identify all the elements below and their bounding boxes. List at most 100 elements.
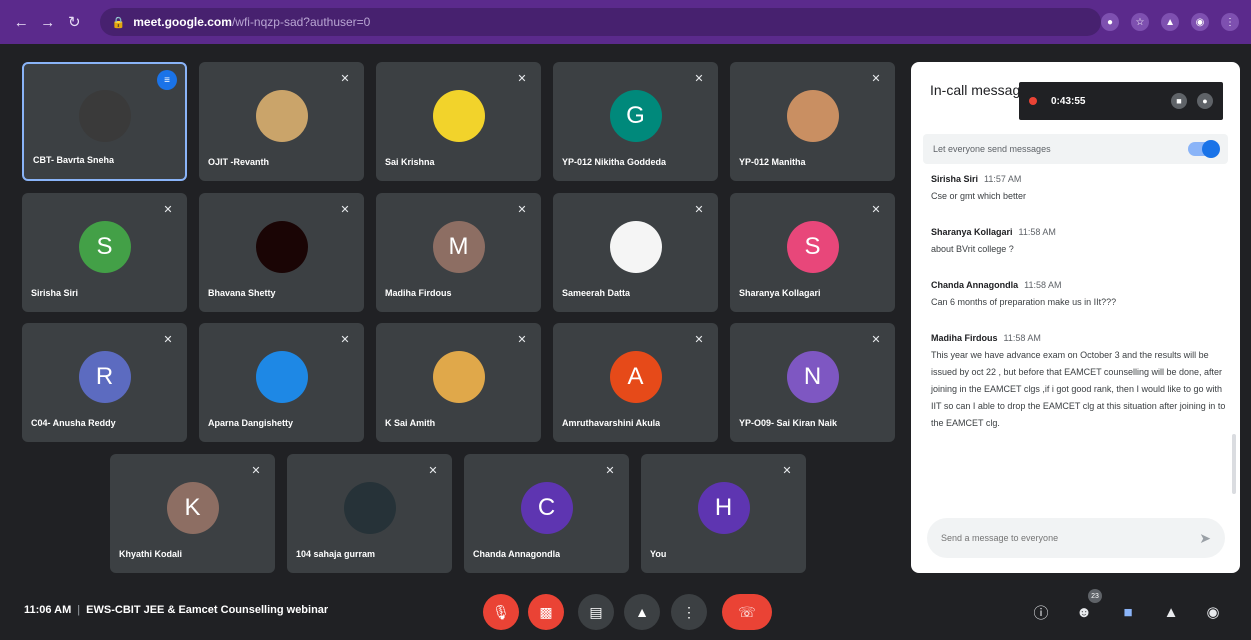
leave-call-button[interactable]: ☏ [722,594,772,630]
participant-tile[interactable]: ✕ C Chanda Annagondla [464,454,629,573]
captions-button[interactable]: ▤ [578,594,614,630]
avatar-initial: C [520,481,573,534]
avatar-photo [255,350,308,403]
present-button[interactable]: ▲ [624,594,660,630]
participant-tile[interactable]: ✕ R C04- Anusha Reddy [22,323,187,442]
participant-tile[interactable]: ✕ Aparna Dangishetty [199,323,364,442]
recording-dot-icon [1029,97,1037,105]
back-icon[interactable]: ← [12,12,31,32]
allow-messages-row: Let everyone send messages [923,134,1228,164]
avatar-photo [255,89,308,142]
message-time: 11:58 AM [1024,280,1062,290]
participant-tile[interactable]: ✕ A Amruthavarshini Akula [553,323,718,442]
mic-muted-icon: ✕ [694,72,704,85]
avatar-initial: H [697,481,750,534]
avatar-initial: R [78,350,131,403]
avatar-initial: N [786,350,839,403]
people-count-badge: 23 [1088,589,1102,603]
avatar-initial: K [166,481,219,534]
participant-name: You [650,549,667,559]
avatar-photo [255,220,308,273]
participant-tile[interactable]: ✕ G YP-012 Nikitha Goddeda [553,62,718,181]
participant-tile[interactable]: ✕ S Sharanya Kollagari [730,193,895,312]
mic-muted-icon: ✕ [694,203,704,216]
separator: | [77,604,81,616]
forward-icon[interactable]: → [39,12,58,32]
participant-tile[interactable]: ✕ OJIT -Revanth [199,62,364,181]
allow-messages-toggle[interactable] [1188,140,1220,158]
people-icon[interactable]: ☻ [1072,600,1096,624]
participant-name: OJIT -Revanth [208,157,270,167]
mic-muted-icon: ✕ [340,203,350,216]
participant-tile[interactable]: ✕ H You [641,454,806,573]
participant-name: Bhavana Shetty [208,288,276,298]
participant-tile[interactable]: ✕ Bhavana Shetty [199,193,364,312]
stop-recording-button[interactable]: ■ [1171,93,1187,109]
avatar-photo [432,89,485,142]
mic-muted-icon: ✕ [163,203,173,216]
participant-name: CBT- Bavrta Sneha [33,155,115,165]
url-host: meet.google.com [133,15,232,29]
participant-tile[interactable]: ✕ K Khyathi Kodali [110,454,275,573]
participant-tile[interactable]: ✕ 104 sahaja gurram [287,454,452,573]
avatar-initial: G [609,89,662,142]
message-time: 11:57 AM [984,174,1022,184]
mic-muted-icon: ✕ [428,464,438,477]
message-text: Cse or gmt which better [931,191,1027,201]
chat-scrollbar[interactable] [1232,434,1236,494]
send-icon[interactable]: ➤ [1199,530,1211,547]
participant-tile[interactable]: ✕ N YP-O09- Sai Kiran Naik [730,323,895,442]
profile-avatar[interactable]: ◉ [1191,13,1210,31]
recording-mic-button[interactable]: ● [1197,93,1213,109]
avatar-photo [78,89,131,142]
mic-muted-icon: ✕ [517,72,527,85]
camera-permission-icon[interactable]: ● [1101,13,1120,31]
participant-tile[interactable]: ✕ Sameerah Datta [553,193,718,312]
message-input[interactable] [941,533,1200,543]
more-menu-icon[interactable]: ⋮ [1221,13,1240,31]
avatar-photo [432,350,485,403]
message-header: Sirisha Siri 11:57 AM [931,174,1226,184]
chat-panel: In-call messages 0:43:55 ■ ● Let everyon… [911,62,1240,573]
chat-message: Sharanya Kollagari 11:58 AM about BVrit co… [931,227,1226,258]
avatar-initial: M [432,220,485,273]
participant-name: Amruthavarshini Akula [562,418,661,428]
chat-icon[interactable]: ■ [1116,600,1140,624]
info-icon[interactable]: ⓘ [1029,600,1053,624]
avatar-initial: S [786,220,839,273]
host-controls-icon[interactable]: ◉ [1201,600,1225,624]
recording-bar: 0:43:55 ■ ● [1019,82,1223,120]
participant-tile[interactable]: ✕ YP-012 Manitha [730,62,895,181]
activities-icon[interactable]: ▲ [1159,600,1183,624]
camera-off-button[interactable]: ▩ [528,594,564,630]
speaking-indicator-icon: ≡ [157,70,177,90]
avatar-photo [786,89,839,142]
bookmark-star-icon[interactable]: ☆ [1131,13,1150,31]
address-bar[interactable]: 🔒 meet.google.com/wfi-nqzp-sad?authuser=… [99,8,1102,36]
message-text: This year we have advance exam on Octobe… [931,350,1226,428]
message-author: Madiha Firdous [931,333,998,343]
avatar-photo [343,481,396,534]
message-header: Sharanya Kollagari 11:58 AM [931,227,1226,237]
url-path: /wfi-nqzp-sad?authuser=0 [231,15,371,29]
avatar-initial: A [609,350,662,403]
message-list: Sirisha Siri 11:57 AM Cse or gmt which bet… [931,174,1226,454]
participant-tile[interactable]: ✕ Sai Krishna [376,62,541,181]
lock-icon: 🔒 [111,16,126,29]
extensions-icon[interactable]: ▲ [1161,13,1180,31]
participant-tile[interactable]: ≡ CBT- Bavrta Sneha [22,62,187,181]
reload-icon[interactable]: ↻ [65,12,84,32]
mic-off-button[interactable]: 🎙 [483,594,519,630]
chat-message: Sirisha Siri 11:57 AM Cse or gmt which bet… [931,174,1226,205]
participant-tile[interactable]: ✕ M Madiha Firdous [376,193,541,312]
browser-toolbar: ← → ↻ 🔒 meet.google.com/wfi-nqzp-sad?aut… [0,0,1251,44]
participant-name: C04- Anusha Reddy [31,418,116,428]
message-time: 11:58 AM [1003,333,1041,343]
mic-muted-icon: ✕ [871,333,881,346]
participant-name: Khyathi Kodali [119,549,183,559]
participant-tile[interactable]: ✕ K Sai Amith [376,323,541,442]
participant-tile[interactable]: ✕ S Sirisha Siri [22,193,187,312]
more-options-button[interactable]: ⋮ [671,594,707,630]
mic-muted-icon: ✕ [694,333,704,346]
mic-muted-icon: ✕ [517,203,527,216]
